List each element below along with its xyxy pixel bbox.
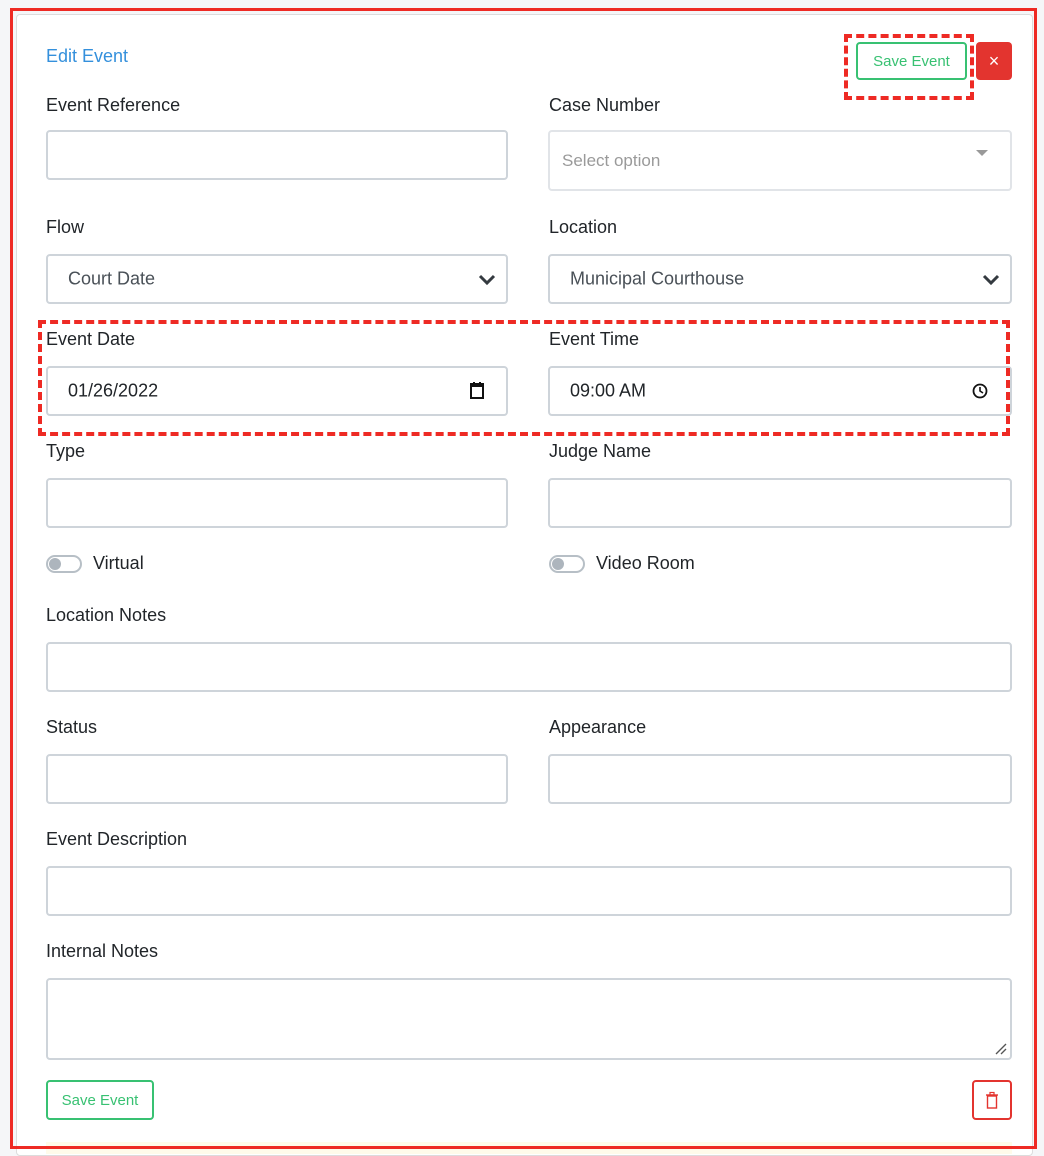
status-label: Status — [46, 717, 98, 737]
clock-icon[interactable] — [972, 383, 988, 399]
save-event-button-bottom[interactable]: Save Event — [46, 1080, 154, 1120]
internal-notes-textarea[interactable] — [46, 978, 1012, 1060]
type-label: Type — [46, 441, 86, 461]
location-label: Location — [549, 217, 618, 237]
flow-label: Flow — [46, 217, 85, 237]
judge-name-label: Judge Name — [549, 441, 652, 461]
location-value: Municipal Courthouse — [570, 268, 745, 289]
flow-value: Court Date — [68, 268, 156, 289]
calendar-icon[interactable] — [470, 381, 484, 399]
close-button[interactable]: × — [976, 42, 1012, 80]
chevron-down-icon — [478, 274, 496, 286]
internal-notes-label: Internal Notes — [46, 941, 159, 961]
event-reference-input[interactable] — [46, 130, 508, 180]
close-icon: × — [988, 50, 1000, 71]
event-time-label: Event Time — [549, 329, 640, 349]
location-notes-input[interactable] — [46, 642, 1012, 692]
event-time-value: 09:00 AM — [570, 380, 647, 401]
status-input[interactable] — [46, 754, 508, 804]
event-time-input[interactable]: 09:00 AM — [548, 366, 1012, 416]
toggle-knob — [552, 558, 564, 570]
event-description-label: Event Description — [46, 829, 188, 849]
location-select[interactable]: Municipal Courthouse — [548, 254, 1012, 304]
save-event-button-top[interactable]: Save Event — [856, 42, 967, 80]
appearance-label: Appearance — [549, 717, 647, 737]
resize-handle-icon[interactable] — [995, 1043, 1007, 1055]
event-reference-label: Event Reference — [46, 95, 181, 115]
video-room-toggle[interactable] — [549, 555, 585, 573]
case-number-placeholder: Select option — [562, 150, 661, 170]
judge-name-input[interactable] — [548, 478, 1012, 528]
virtual-toggle[interactable] — [46, 555, 82, 573]
caret-down-icon — [976, 150, 988, 156]
page-title: Edit Event — [46, 46, 129, 66]
trash-icon — [986, 1091, 998, 1109]
virtual-label: Virtual — [93, 553, 144, 573]
location-notes-label: Location Notes — [46, 605, 167, 625]
case-number-select[interactable]: Select option — [548, 130, 1012, 191]
event-date-value: 01/26/2022 — [68, 380, 159, 401]
chevron-down-icon — [982, 274, 1000, 286]
flow-select[interactable]: Court Date — [46, 254, 508, 304]
type-input[interactable] — [46, 478, 508, 528]
event-date-label: Event Date — [46, 329, 136, 349]
toggle-knob — [49, 558, 61, 570]
case-number-label: Case Number — [549, 95, 661, 115]
alert-strip — [46, 1142, 1012, 1154]
event-description-input[interactable] — [46, 866, 1012, 916]
event-date-input[interactable]: 01/26/2022 — [46, 366, 508, 416]
video-room-label: Video Room — [596, 553, 695, 573]
appearance-input[interactable] — [548, 754, 1012, 804]
delete-button[interactable] — [972, 1080, 1012, 1120]
